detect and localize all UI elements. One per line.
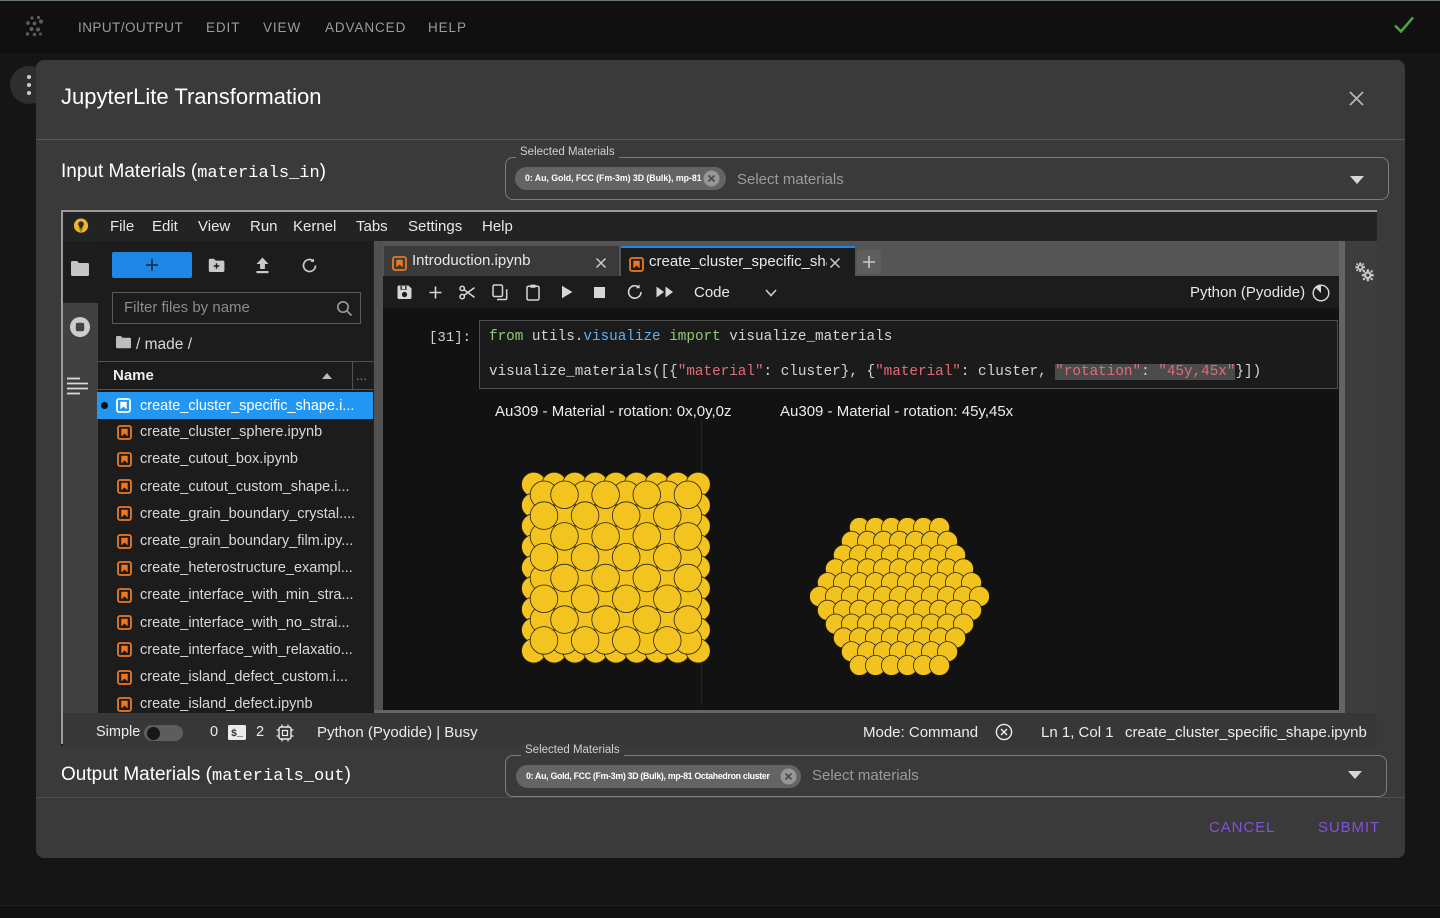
svg-text:$_: $_ <box>231 728 244 740</box>
